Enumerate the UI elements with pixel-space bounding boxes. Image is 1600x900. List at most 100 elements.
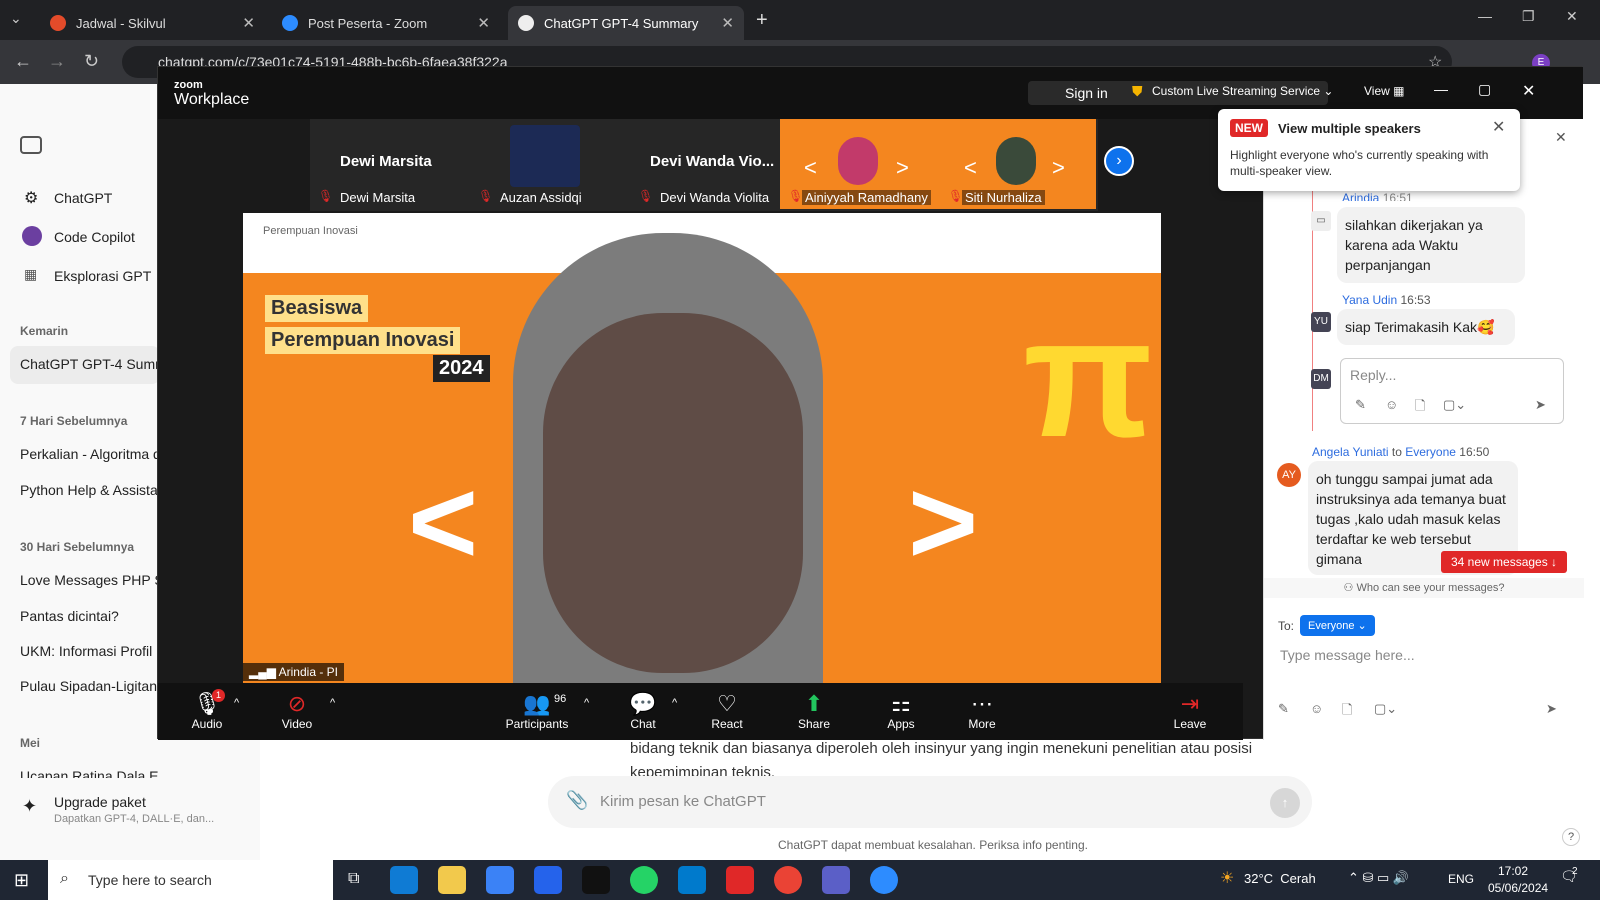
chat-button[interactable]: 💬 Chat [608,691,678,731]
sign-in-link[interactable]: Sign in [1065,85,1108,101]
next-page-button[interactable]: › [1104,146,1134,176]
tab-jadwal[interactable]: Jadwal - Skilvul ✕ [40,6,265,40]
tray-icons[interactable]: ⌃ ⛁ ▭ 🔊 [1348,870,1409,886]
conversation-item[interactable]: Ucapan Ratina Dala E [20,768,160,778]
react-button[interactable]: ♡ React [692,691,762,731]
tab-chatgpt[interactable]: ChatGPT GPT-4 Summary ✕ [508,6,744,40]
conversation-item[interactable]: UKM: Informasi Profil I [20,643,160,659]
prompt-box[interactable]: 📎 Kirim pesan ke ChatGPT ↑ [548,776,1312,828]
audio-options-chevron-icon[interactable]: ^ [234,697,239,709]
edge-icon[interactable] [390,866,418,894]
close-window-icon[interactable]: ✕ [1566,8,1578,25]
who-can-see-link[interactable]: ⚇ Who can see your messages? [1264,578,1584,598]
chat-options-chevron-icon[interactable]: ^ [672,697,677,709]
participant-tile[interactable]: Dewi Marsita 🎙 Dewi Marsita [310,119,470,209]
new-tab-button[interactable]: + [756,9,768,32]
forward-icon[interactable]: → [48,51,66,72]
apps-button[interactable]: ⚏ Apps [866,691,936,731]
participant-tile[interactable]: < > 🎙 Ainiyyah Ramadhany [780,119,940,209]
sidebar-item-chatgpt[interactable]: ChatGPT [54,190,112,206]
reply-box[interactable]: Reply... ✎ ☺ 🗋 ▢⌄ ➤ [1340,358,1564,424]
back-icon[interactable]: ← [14,51,32,72]
attach-icon[interactable]: 📎 [566,790,588,811]
windows-start-icon[interactable]: ⊞ [14,870,29,891]
conversation-item[interactable]: Pantas dicintai? [20,608,160,624]
conversation-item[interactable]: Python Help & Assista [20,482,160,498]
emoji-icon[interactable]: ☺ [1310,701,1323,716]
minimize-icon[interactable]: — [1478,8,1492,24]
file-explorer-icon[interactable] [438,866,466,894]
reply-input[interactable]: Reply... [1350,367,1396,383]
popup-close-icon[interactable]: ✕ [1492,117,1505,137]
search-icon: ⌕ [60,870,69,887]
whatsapp-icon[interactable] [630,866,658,894]
tab-zoom[interactable]: Post Peserta - Zoom ✕ [272,6,500,40]
file-icon[interactable]: 🗋 [1415,397,1425,419]
recipient-select[interactable]: Everyone ⌄ [1300,615,1375,636]
conversation-item[interactable]: Pulau Sipadan-Ligitan: [20,678,160,694]
send-icon[interactable]: ➤ [1535,397,1546,413]
conversation-item[interactable]: Love Messages PHP So [20,572,160,588]
view-menu[interactable]: View ▦ [1364,84,1404,98]
participant-tile[interactable]: < > 🎙 Siti Nurhaliza [940,119,1096,209]
teams-icon[interactable] [822,866,850,894]
screenshot-icon[interactable]: ▢⌄ [1443,397,1466,413]
close-icon[interactable]: ✕ [477,14,490,32]
zoom-taskbar-icon[interactable] [870,866,898,894]
screenshot-icon[interactable]: ▢⌄ [1374,701,1397,717]
new-messages-button[interactable]: 34 new messages ↓ [1441,551,1568,573]
chrome-icon[interactable] [774,866,802,894]
weather-text[interactable]: 32°C Cerah [1244,871,1316,886]
store-icon[interactable] [486,866,514,894]
upgrade-title[interactable]: Upgrade paket [54,794,146,810]
video-options-chevron-icon[interactable]: ^ [330,697,335,709]
sidebar-item-eksplorasi[interactable]: Eksplorasi GPT [54,268,151,284]
format-icon[interactable]: ✎ [1278,701,1289,717]
send-icon[interactable]: ↑ [1270,788,1300,818]
youtube-icon[interactable] [726,866,754,894]
mail-icon[interactable] [534,866,562,894]
who-can-see-label: Who can see your messages? [1356,582,1505,594]
chevron-left-icon: < [964,155,977,180]
language-indicator[interactable]: ENG [1448,872,1474,886]
file-icon[interactable]: 🗋 [1342,701,1352,723]
streaming-menu[interactable]: Custom Live Streaming Service ⌄ [1152,84,1333,98]
zoom-maximize-icon[interactable]: ▢ [1478,81,1491,98]
help-button[interactable]: ? [1562,828,1580,846]
conversation-item[interactable]: Perkalian - Algoritma d [20,446,160,462]
tab-search-chevron-icon[interactable]: ⌄ [10,10,22,27]
chat-input[interactable]: Type message here... [1280,647,1415,663]
taskbar-search-box[interactable]: ⌕ Type here to search [48,860,333,900]
participants-options-chevron-icon[interactable]: ^ [584,697,589,709]
share-button[interactable]: ⬆ Share [779,691,849,731]
clock-date[interactable]: 05/06/2024 [1488,881,1548,895]
vscode-icon[interactable] [678,866,706,894]
emoji-icon[interactable]: ☺ [1385,397,1398,412]
conversation-item[interactable]: ChatGPT GPT-4 Summ [20,356,160,372]
audio-badge: 1 [212,689,225,702]
taskbar-search-input[interactable]: Type here to search [88,872,212,888]
tiktok-icon[interactable] [582,866,610,894]
participant-tile[interactable]: 🎙 Auzan Assidqi [470,119,630,209]
leave-button[interactable]: ⇥ Leave [1155,691,1225,731]
more-button[interactable]: ⋯ More [947,691,1017,731]
video-button[interactable]: ⊘ Video [262,691,332,731]
zoom-close-icon[interactable]: ✕ [1522,81,1535,101]
send-icon[interactable]: ➤ [1546,701,1557,717]
restore-icon[interactable]: ❐ [1522,8,1535,25]
close-icon[interactable]: ✕ [721,14,734,32]
participant-tile[interactable]: Devi Wanda Vio... 🎙 Devi Wanda Violita [630,119,790,209]
format-icon[interactable]: ✎ [1355,397,1366,413]
prompt-input[interactable]: Kirim pesan ke ChatGPT [600,793,766,810]
code-copilot-icon [22,226,42,246]
sidebar-item-code-copilot[interactable]: Code Copilot [54,229,135,245]
close-icon[interactable]: ✕ [242,14,255,32]
task-view-icon[interactable]: ⧉ [348,870,359,888]
sidebar-toggle-icon[interactable] [20,136,42,154]
participants-button[interactable]: 👥 Participants 96 [502,691,572,731]
reload-icon[interactable]: ↻ [84,51,99,72]
zoom-minimize-icon[interactable]: — [1434,81,1448,97]
audio-button[interactable]: 🎙 Audio 1 [172,689,242,731]
clock-time[interactable]: 17:02 [1498,864,1528,878]
close-chat-icon[interactable]: ✕ [1555,129,1567,146]
